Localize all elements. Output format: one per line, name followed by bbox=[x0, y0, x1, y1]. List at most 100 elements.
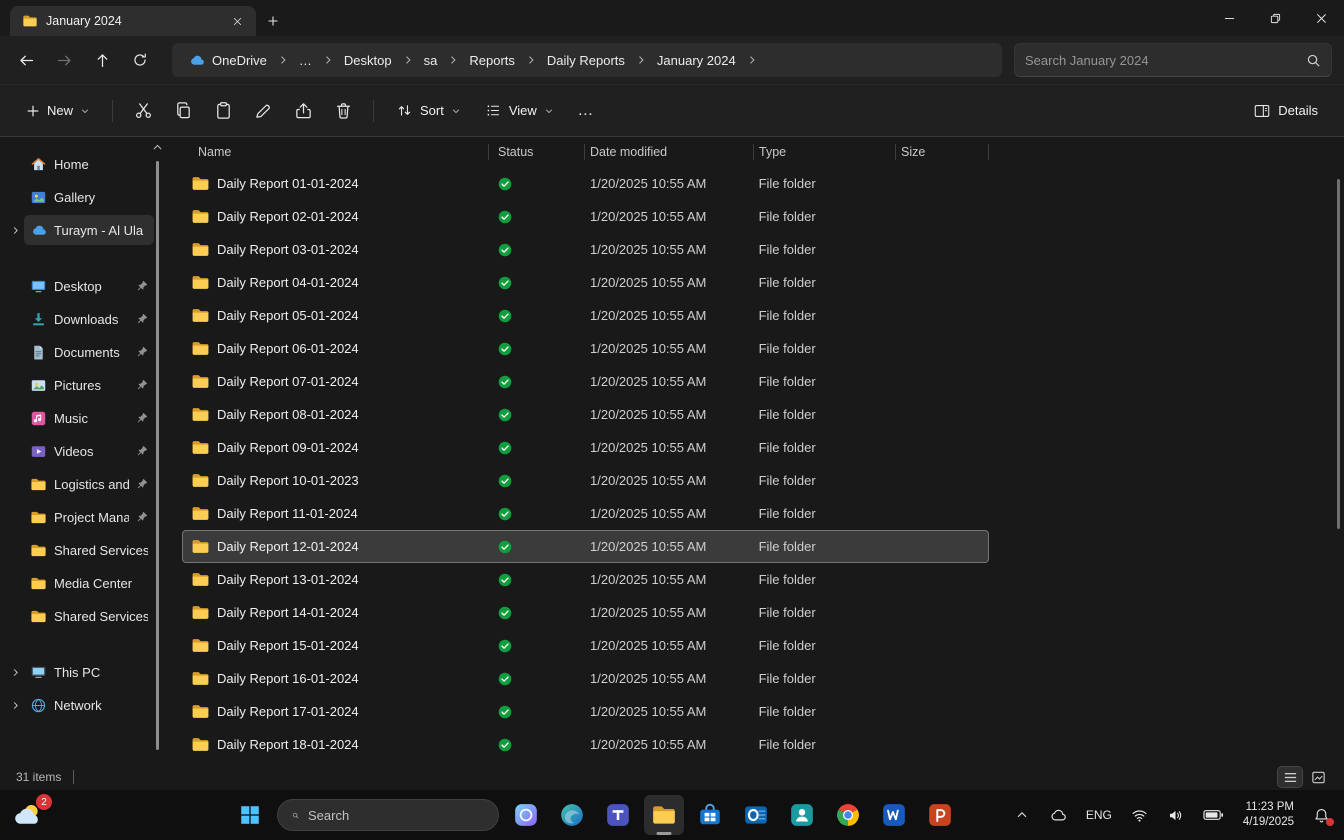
search-box[interactable] bbox=[1014, 43, 1332, 77]
details-view-button[interactable] bbox=[1277, 766, 1303, 788]
file-row[interactable]: Daily Report 14-01-2024 1/20/2025 10:55 … bbox=[182, 596, 989, 629]
sidebar-item[interactable] bbox=[2, 633, 158, 655]
onedrive-tray-button[interactable] bbox=[1044, 802, 1071, 829]
chevron-right-icon[interactable] bbox=[10, 225, 21, 236]
sidebar-item[interactable]: Media Center bbox=[2, 567, 158, 599]
taskbar-app[interactable] bbox=[644, 795, 684, 835]
breadcrumb-item[interactable]: January 2024 bbox=[649, 49, 744, 72]
search-icon[interactable] bbox=[1306, 53, 1321, 68]
breadcrumb-item[interactable]: … bbox=[291, 49, 320, 72]
scroll-up-arrow-icon[interactable] bbox=[151, 141, 164, 154]
minimize-button[interactable] bbox=[1206, 0, 1252, 36]
address-bar[interactable]: OneDrive … Desktop sa Reports Daily Repo… bbox=[172, 43, 1002, 77]
wifi-button[interactable] bbox=[1127, 803, 1152, 828]
back-button[interactable] bbox=[8, 43, 44, 77]
clock[interactable]: 11:23 PM 4/19/2025 bbox=[1239, 796, 1298, 834]
taskbar-app[interactable] bbox=[874, 795, 914, 835]
taskbar-app[interactable] bbox=[552, 795, 592, 835]
column-header-size[interactable]: Size bbox=[895, 137, 989, 167]
refresh-button[interactable] bbox=[122, 43, 158, 77]
new-tab-button[interactable] bbox=[262, 10, 284, 32]
battery-button[interactable] bbox=[1199, 805, 1228, 825]
chevron-right-icon[interactable] bbox=[447, 54, 459, 66]
column-header-date-modified[interactable]: Date modified bbox=[584, 137, 753, 167]
chevron-right-icon[interactable] bbox=[746, 54, 758, 66]
tray-overflow-button[interactable] bbox=[1011, 804, 1033, 826]
chevron-right-icon[interactable] bbox=[635, 54, 647, 66]
file-row[interactable]: Daily Report 03-01-2024 1/20/2025 10:55 … bbox=[182, 233, 989, 266]
chevron-right-icon[interactable] bbox=[10, 700, 21, 711]
file-row[interactable]: Daily Report 13-01-2024 1/20/2025 10:55 … bbox=[182, 563, 989, 596]
details-pane-button[interactable]: Details bbox=[1243, 95, 1328, 127]
taskbar-app[interactable] bbox=[598, 795, 638, 835]
sidebar-item[interactable] bbox=[2, 247, 158, 269]
new-button[interactable]: New bbox=[16, 96, 100, 125]
breadcrumb-item[interactable]: OneDrive bbox=[180, 48, 275, 73]
breadcrumb-item[interactable]: Daily Reports bbox=[539, 49, 633, 72]
notifications-button[interactable] bbox=[1309, 803, 1334, 828]
forward-button[interactable] bbox=[46, 43, 82, 77]
file-row[interactable]: Daily Report 02-01-2024 1/20/2025 10:55 … bbox=[182, 200, 989, 233]
maximize-button[interactable] bbox=[1252, 0, 1298, 36]
start-button[interactable] bbox=[230, 795, 270, 835]
file-row[interactable]: Daily Report 18-01-2024 1/20/2025 10:55 … bbox=[182, 728, 989, 761]
share-button[interactable] bbox=[285, 93, 321, 129]
taskbar-app[interactable] bbox=[920, 795, 960, 835]
sort-button[interactable]: Sort bbox=[386, 95, 471, 126]
sidebar-item[interactable]: Gallery bbox=[2, 181, 158, 213]
taskbar-search-input[interactable] bbox=[308, 807, 484, 823]
breadcrumb-item[interactable]: Desktop bbox=[336, 49, 400, 72]
file-row[interactable]: Daily Report 12-01-2024 1/20/2025 10:55 … bbox=[182, 530, 989, 563]
volume-button[interactable] bbox=[1163, 803, 1188, 828]
sidebar-item[interactable]: This PC bbox=[2, 656, 158, 688]
thumbnail-view-button[interactable] bbox=[1306, 767, 1330, 787]
file-row[interactable]: Daily Report 09-01-2024 1/20/2025 10:55 … bbox=[182, 431, 989, 464]
paste-button[interactable] bbox=[205, 93, 241, 129]
column-header-name[interactable]: Name bbox=[182, 137, 488, 167]
file-row[interactable]: Daily Report 17-01-2024 1/20/2025 10:55 … bbox=[182, 695, 989, 728]
sidebar-item[interactable]: Logistics and bbox=[2, 468, 158, 500]
file-list-scrollbar[interactable] bbox=[1337, 179, 1340, 529]
column-header-type[interactable]: Type bbox=[753, 137, 895, 167]
file-row[interactable]: Daily Report 06-01-2024 1/20/2025 10:55 … bbox=[182, 332, 989, 365]
copy-button[interactable] bbox=[165, 93, 201, 129]
sidebar-scrollbar[interactable] bbox=[156, 161, 159, 750]
more-options-button[interactable]: … bbox=[568, 93, 604, 129]
up-button[interactable] bbox=[84, 43, 120, 77]
sidebar-item[interactable]: Network bbox=[2, 689, 158, 721]
rename-button[interactable] bbox=[245, 93, 281, 129]
file-row[interactable]: Daily Report 07-01-2024 1/20/2025 10:55 … bbox=[182, 365, 989, 398]
sidebar-item[interactable]: Desktop bbox=[2, 270, 158, 302]
close-button[interactable] bbox=[1298, 0, 1344, 36]
taskbar-search[interactable] bbox=[277, 799, 499, 831]
file-row[interactable]: Daily Report 16-01-2024 1/20/2025 10:55 … bbox=[182, 662, 989, 695]
cut-button[interactable] bbox=[125, 93, 161, 129]
sidebar-item[interactable]: Videos bbox=[2, 435, 158, 467]
file-row[interactable]: Daily Report 01-01-2024 1/20/2025 10:55 … bbox=[182, 167, 989, 200]
sidebar-item[interactable]: Pictures bbox=[2, 369, 158, 401]
sidebar-item[interactable]: Shared Services bbox=[2, 600, 158, 632]
search-input[interactable] bbox=[1025, 52, 1298, 68]
chevron-right-icon[interactable] bbox=[277, 54, 289, 66]
file-row[interactable]: Daily Report 10-01-2023 1/20/2025 10:55 … bbox=[182, 464, 989, 497]
file-row[interactable]: Daily Report 11-01-2024 1/20/2025 10:55 … bbox=[182, 497, 989, 530]
file-row[interactable]: Daily Report 05-01-2024 1/20/2025 10:55 … bbox=[182, 299, 989, 332]
sidebar-item[interactable]: Downloads bbox=[2, 303, 158, 335]
delete-button[interactable] bbox=[325, 93, 361, 129]
chevron-right-icon[interactable] bbox=[402, 54, 414, 66]
file-row[interactable]: Daily Report 08-01-2024 1/20/2025 10:55 … bbox=[182, 398, 989, 431]
taskbar-app[interactable] bbox=[736, 795, 776, 835]
widgets-button[interactable]: 2 bbox=[12, 794, 52, 833]
chevron-right-icon[interactable] bbox=[322, 54, 334, 66]
sidebar-item[interactable]: Music bbox=[2, 402, 158, 434]
taskbar-app[interactable] bbox=[782, 795, 822, 835]
breadcrumb-item[interactable]: sa bbox=[416, 49, 446, 72]
chevron-right-icon[interactable] bbox=[10, 667, 21, 678]
breadcrumb-item[interactable]: Reports bbox=[461, 49, 523, 72]
sidebar-item[interactable]: Turaym - Al Ula bbox=[2, 214, 158, 246]
taskbar-app[interactable] bbox=[690, 795, 730, 835]
sidebar-item[interactable]: Documents bbox=[2, 336, 158, 368]
view-button[interactable]: View bbox=[475, 95, 564, 126]
sidebar-item[interactable]: Home bbox=[2, 148, 158, 180]
taskbar-app[interactable] bbox=[828, 795, 868, 835]
